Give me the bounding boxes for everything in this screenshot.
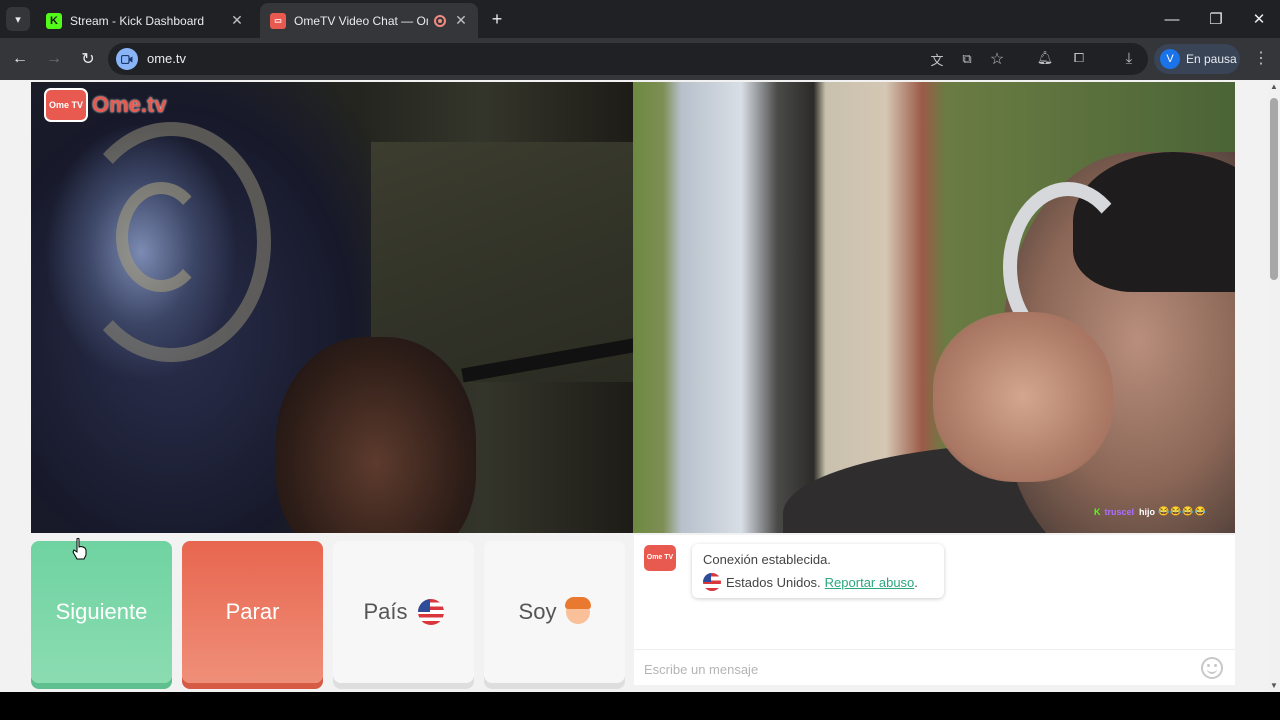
close-tab-icon[interactable]: ✕: [452, 12, 470, 30]
avatar: V: [1160, 49, 1180, 69]
tab-ometv[interactable]: ▭ OmeTV Video Chat — Ome ✕: [260, 3, 478, 38]
ometv-page: Siguiente Parar País Soy Ome TV Conexión…: [0, 80, 1268, 692]
close-window-button[interactable]: ✕: [1245, 6, 1273, 32]
chat-panel: Ome TV Conexión establecida. Estados Uni…: [634, 535, 1235, 685]
close-tab-icon[interactable]: ✕: [228, 12, 246, 30]
overlay-message: hijo: [1139, 506, 1156, 517]
next-button-label: Siguiente: [55, 599, 148, 624]
kick-logo-icon: K: [1094, 506, 1101, 517]
forward-button[interactable]: →: [42, 47, 66, 71]
profile-button[interactable]: V En pausa: [1154, 44, 1240, 74]
browser-toolbar: ← → ↻ ome.tv 文 ⧉ ☆ 🔔︎ ⧠ ⤓ V En pausa ⋮: [0, 38, 1280, 80]
country-button-label: País: [363, 599, 408, 624]
downloads-icon[interactable]: ⤓: [1118, 47, 1140, 69]
tab-title: Stream - Kick Dashboard: [70, 13, 205, 28]
us-flag-icon: [703, 573, 721, 591]
camera-in-use-icon[interactable]: [116, 48, 138, 70]
chat-input-bar: [634, 649, 1235, 685]
bookmark-star-icon[interactable]: ☆: [986, 48, 1008, 70]
connection-status: Conexión establecida.: [703, 552, 831, 567]
gender-select-button[interactable]: Soy: [484, 541, 625, 683]
tab-kick-dashboard[interactable]: K Stream - Kick Dashboard ✕: [36, 3, 254, 38]
address-bar[interactable]: ome.tv 文 ⧉ ☆: [108, 43, 1148, 75]
scroll-thumb[interactable]: [1270, 98, 1278, 280]
back-button[interactable]: ←: [8, 47, 32, 71]
extensions-puzzle-icon[interactable]: ⧠: [1068, 47, 1090, 69]
tab-search-button[interactable]: ▾: [6, 7, 30, 31]
system-message: Conexión establecida. Estados Unidos. Re…: [692, 544, 944, 598]
report-suffix: .: [914, 574, 918, 590]
recording-icon: [434, 14, 446, 27]
local-video: [31, 82, 633, 533]
report-abuse-link[interactable]: Reportar abuso: [825, 575, 915, 590]
taskbar-strip: [0, 692, 1280, 720]
remote-video: [633, 82, 1235, 533]
gender-button-label: Soy: [518, 599, 557, 624]
translate-icon[interactable]: 文: [926, 48, 948, 70]
ometv-logo: Ome TV Ome.tv: [44, 88, 167, 122]
emoji-picker-icon[interactable]: [1201, 657, 1223, 679]
page-scrollbar[interactable]: ▲ ▼: [1268, 80, 1280, 692]
ometv-chat-logo: Ome TV: [644, 545, 676, 571]
kick-logo-icon: K: [46, 12, 62, 29]
tab-strip: ▾ K Stream - Kick Dashboard ✕ ▭ OmeTV Vi…: [0, 0, 1280, 38]
overlay-username: truscel: [1104, 506, 1135, 517]
stop-button-label: Parar: [225, 599, 280, 624]
tab-title: OmeTV Video Chat — Ome: [294, 13, 428, 28]
us-flag-icon: [417, 599, 444, 625]
boy-face-icon: [565, 597, 592, 624]
logo-badge: Ome TV: [44, 88, 88, 122]
stream-chat-overlay: K truscel hijo 😂😂😂😂: [1094, 506, 1207, 517]
scroll-up-icon[interactable]: ▲: [1270, 82, 1278, 91]
minimize-button[interactable]: —: [1158, 6, 1186, 32]
extension-bell-icon[interactable]: 🔔︎: [1034, 47, 1056, 69]
message-input[interactable]: [644, 659, 1184, 679]
logo-text: Ome.tv: [92, 92, 167, 117]
install-app-icon[interactable]: ⧉: [956, 48, 978, 70]
new-tab-button[interactable]: +: [486, 8, 508, 30]
url-text: ome.tv: [147, 51, 187, 66]
ometv-favicon-icon: ▭: [270, 12, 286, 29]
stop-button[interactable]: Parar: [182, 541, 323, 683]
scroll-down-icon[interactable]: ▼: [1270, 681, 1278, 690]
more-menu-icon[interactable]: ⋮: [1250, 47, 1272, 69]
reload-button[interactable]: ↻: [76, 47, 100, 71]
overlay-emojis: 😂😂😂😂: [1158, 506, 1207, 516]
profile-status: En pausa: [1186, 52, 1237, 66]
partner-country: Estados Unidos.: [726, 574, 821, 590]
restore-button[interactable]: ❐: [1202, 6, 1230, 32]
country-filter-button[interactable]: País: [333, 541, 474, 683]
hand-cursor-icon: [72, 538, 87, 560]
next-button[interactable]: Siguiente: [31, 541, 172, 683]
